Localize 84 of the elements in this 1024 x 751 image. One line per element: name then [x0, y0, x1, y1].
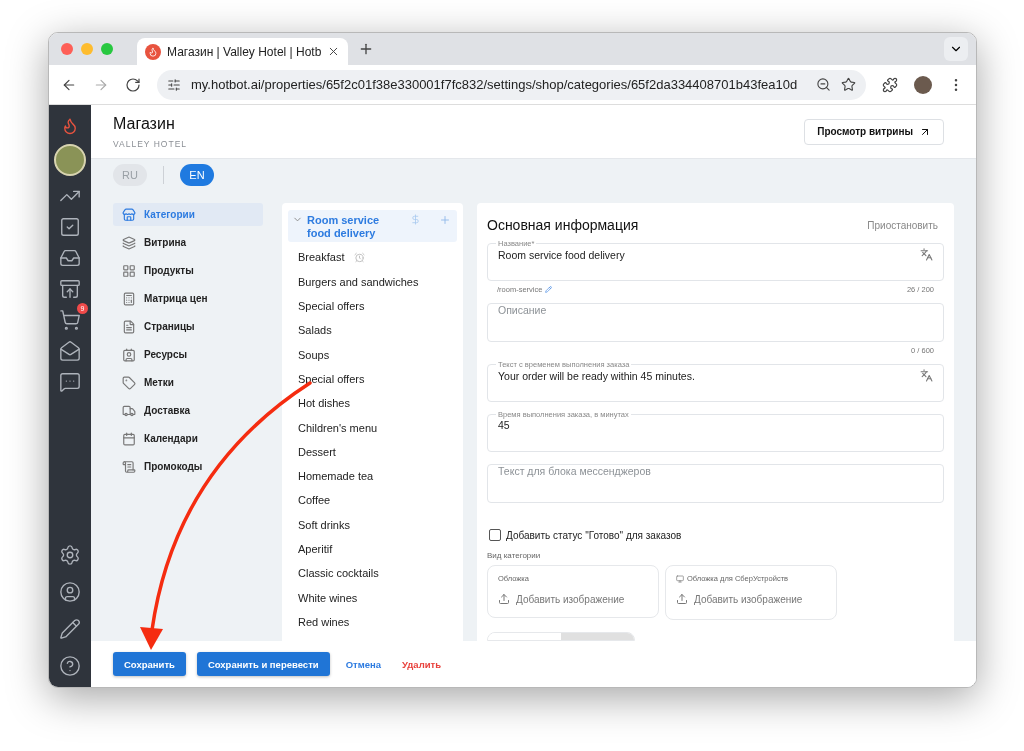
- category-item[interactable]: Aperitif: [298, 543, 333, 555]
- category-item[interactable]: Dessert: [298, 445, 336, 458]
- language-tab[interactable]: EN: [180, 164, 214, 186]
- category-item[interactable]: Burgers and sandwiches: [298, 275, 419, 288]
- category-item[interactable]: Salads: [298, 324, 332, 337]
- avatar[interactable]: [54, 144, 86, 176]
- avatar[interactable]: [914, 75, 932, 94]
- envelope-icon[interactable]: [59, 340, 81, 362]
- star-icon[interactable]: [841, 77, 856, 92]
- nav-item[interactable]: Календари: [113, 427, 263, 450]
- upload-icon: [676, 593, 688, 605]
- help-icon[interactable]: [59, 655, 81, 677]
- contact-card-icon: [122, 347, 136, 362]
- reload-icon[interactable]: [125, 76, 141, 93]
- category-label: Room service food delivery: [307, 214, 381, 240]
- category-item[interactable]: Special offers: [298, 300, 365, 312]
- upload-icon: [498, 593, 510, 605]
- category-item[interactable]: Coffee: [298, 494, 331, 507]
- category-item[interactable]: White wines: [298, 591, 358, 604]
- add-image-button[interactable]: Добавить изображение: [676, 593, 803, 605]
- translate-icon[interactable]: [920, 369, 933, 382]
- document-icon: [122, 459, 136, 474]
- category-item[interactable]: Children's menu: [298, 421, 378, 434]
- text-input[interactable]: Your order will be ready within 45 minutes.: [498, 369, 920, 382]
- nav-item[interactable]: Ресурсы: [113, 343, 263, 366]
- category-item[interactable]: Hot dishes: [298, 397, 350, 410]
- puzzle-icon[interactable]: [882, 76, 898, 93]
- pencil-icon[interactable]: [59, 618, 81, 640]
- user-icon[interactable]: [59, 581, 81, 603]
- tab-menu-button[interactable]: [944, 37, 968, 61]
- view-storefront-button[interactable]: Просмотр витрины: [804, 118, 944, 145]
- category-item[interactable]: Special offers: [298, 372, 365, 385]
- checkbox[interactable]: [489, 529, 501, 541]
- save-button[interactable]: Сохранить: [113, 652, 186, 676]
- calendar-icon: [122, 431, 136, 446]
- truck-icon: [122, 403, 136, 418]
- tray-icon[interactable]: [59, 278, 81, 300]
- category-item[interactable]: Homemade tea: [298, 470, 374, 483]
- category-item[interactable]: Soups: [298, 348, 330, 361]
- add-image-button[interactable]: Добавить изображение: [498, 593, 625, 605]
- site-settings-icon[interactable]: [167, 77, 181, 92]
- cancel-link[interactable]: Отмена: [340, 652, 386, 676]
- inbox-icon[interactable]: [59, 247, 81, 269]
- settings-icon[interactable]: [59, 544, 81, 566]
- page-icon: [122, 319, 136, 334]
- category-item[interactable]: Soft drinks: [298, 518, 350, 531]
- grid-icon: [122, 263, 136, 278]
- text-input[interactable]: 45: [498, 419, 933, 431]
- section-label: Вид категории: [487, 551, 542, 560]
- nav-item[interactable]: Страницы: [113, 315, 263, 338]
- save-button[interactable]: Сохранить и перевести: [196, 652, 330, 676]
- page-subtitle: VALLEY HOTEL: [113, 138, 189, 149]
- calculator-icon: [122, 291, 136, 306]
- cards-icon: [122, 235, 136, 250]
- category-item[interactable]: Red wines: [298, 615, 350, 628]
- address-bar[interactable]: my.hotbot.ai/properties/65f2c01f38e330001f7fc832/settings/shop/categories/65f2da334408701b43fea10d: [157, 69, 866, 100]
- flame-icon: [145, 43, 161, 60]
- store-icon: [122, 207, 136, 222]
- text-input[interactable]: Room service food delivery: [498, 248, 920, 261]
- text-field[interactable]: Описание: [487, 303, 944, 342]
- flame-icon[interactable]: [61, 117, 79, 135]
- category-item[interactable]: Breakfast: [298, 251, 345, 264]
- nav-item[interactable]: Продукты: [113, 259, 263, 282]
- browser-tab[interactable]: Магазин | Valley Hotel | Hotb: [137, 38, 349, 65]
- nav-item[interactable]: Промокоды: [113, 455, 263, 478]
- tag-icon: [122, 375, 136, 390]
- category-item[interactable]: Classic cocktails: [298, 567, 379, 580]
- checkbox-label: Добавить статус "Готово" для заказов: [506, 529, 682, 541]
- section-title: Основная информация: [487, 217, 639, 233]
- nav-item[interactable]: Витрина: [113, 231, 263, 254]
- text-field[interactable]: Текст для блока мессенджеров: [487, 464, 944, 503]
- zoom-out-icon[interactable]: [816, 77, 831, 92]
- pause-link[interactable]: Приостановить: [867, 219, 938, 231]
- chat-icon[interactable]: [59, 371, 81, 393]
- text-input[interactable]: Текст для блока мессенджеров: [498, 465, 933, 477]
- nav-item[interactable]: Матрица цен: [113, 287, 263, 310]
- translate-icon[interactable]: [920, 248, 933, 261]
- page-title: Магазин: [113, 114, 176, 133]
- delete-link[interactable]: Удалить: [397, 652, 446, 676]
- checkbox-icon[interactable]: [59, 216, 81, 238]
- cart-icon[interactable]: [59, 309, 81, 331]
- nav-item[interactable]: Доставка: [113, 399, 263, 422]
- text-input[interactable]: Описание: [498, 304, 933, 316]
- nav-item[interactable]: Метки: [113, 371, 263, 394]
